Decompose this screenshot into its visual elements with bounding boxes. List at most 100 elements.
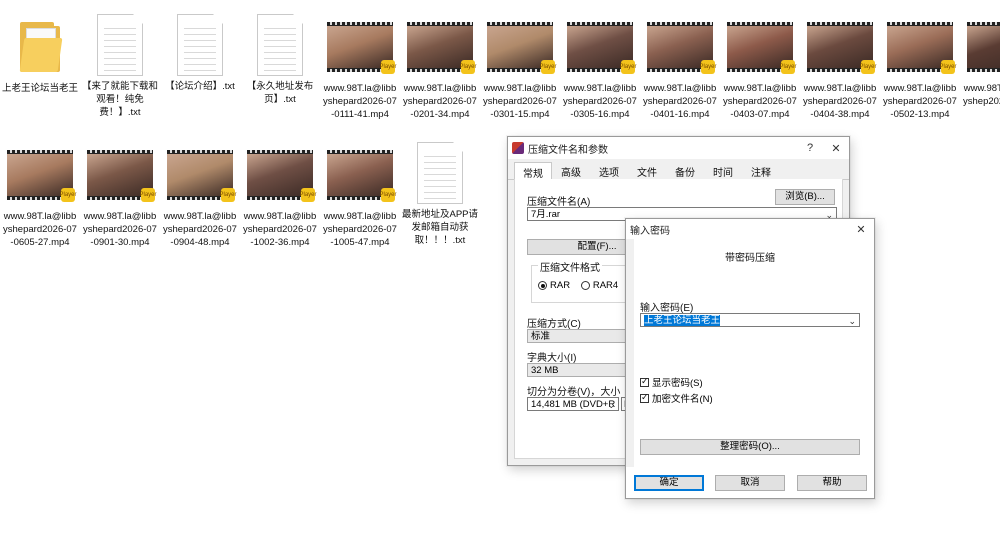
- archive-dialog-titlebar: 压缩文件名和参数 ? ✕: [508, 137, 849, 159]
- video-player-badge-icon: Player: [380, 60, 397, 74]
- file-name-label: www.98T.la@libbyshepard2026-07-0403-07.m…: [723, 83, 797, 120]
- text-file-item[interactable]: 【论坛介绍】.txt: [162, 14, 238, 93]
- video-player-badge-icon: Player: [860, 60, 877, 74]
- tab-advanced[interactable]: 高级: [552, 161, 590, 179]
- video-thumbnail-icon: Player: [402, 14, 478, 74]
- file-name-label: www.98T.la@libbyshepard2026-07-0111-41.m…: [323, 83, 397, 120]
- video-player-badge-icon: Player: [700, 60, 717, 74]
- video-file-item[interactable]: Player www.98T.la@libbyshepard2026-07-050…: [882, 14, 958, 121]
- video-file-item[interactable]: Player www.98T.la@libbyshepard2026-07-090…: [162, 142, 238, 249]
- format-rar-radio[interactable]: RAR: [538, 280, 570, 291]
- file-name-label: 【永久地址发布页】.txt: [246, 81, 314, 105]
- video-thumbnail-icon: Player: [162, 142, 238, 202]
- archive-dialog-title: 压缩文件名和参数: [528, 144, 608, 156]
- file-name-label: www.98T.la@libbyshepard2026-07-0901-30.m…: [83, 211, 157, 248]
- video-thumbnail-icon: Player: [722, 14, 798, 74]
- password-input[interactable]: 上老王论坛当老王 ⌄: [640, 313, 860, 327]
- text-file-icon: [402, 142, 478, 204]
- format-rar4-radio[interactable]: RAR4: [580, 280, 618, 291]
- archive-format-label: 压缩文件格式: [538, 259, 602, 274]
- video-player-badge-icon: Player: [60, 188, 77, 202]
- compression-method-label: 压缩方式(C): [527, 319, 581, 330]
- ok-button[interactable]: 确定: [634, 475, 704, 491]
- file-name-label: 【论坛介绍】.txt: [165, 81, 235, 92]
- video-thumbnail-icon: Player: [962, 14, 1000, 72]
- video-thumbnail-icon: Player: [242, 142, 318, 202]
- video-file-item[interactable]: Player www.98T.la@libbyshep2026-07-05: [962, 14, 1000, 108]
- video-player-badge-icon: Player: [460, 60, 477, 74]
- chevron-down-icon: ⌄: [607, 400, 615, 410]
- encrypt-file-names-checkbox[interactable]: 加密文件名(N): [640, 391, 713, 405]
- video-file-item[interactable]: Player www.98T.la@libbyshepard2026-07-040…: [642, 14, 718, 121]
- video-thumbnail-icon: Player: [642, 14, 718, 74]
- text-file-icon: [162, 14, 238, 76]
- text-file-item[interactable]: 【来了就能下载和观看！纯免费！】.txt: [82, 14, 158, 119]
- video-thumbnail-icon: Player: [322, 14, 398, 74]
- help-button[interactable]: ?: [797, 142, 823, 154]
- close-icon[interactable]: ✕: [823, 142, 849, 155]
- tab-comment[interactable]: 注释: [742, 161, 780, 179]
- archive-dialog-tabs: 常规 高级 选项 文件 备份 时间 注释: [508, 159, 849, 180]
- tab-files[interactable]: 文件: [628, 161, 666, 179]
- split-volume-size-select[interactable]: 14,481 MB (DVD+R ⌄: [527, 397, 619, 411]
- tab-options[interactable]: 选项: [590, 161, 628, 179]
- video-thumbnail-icon: Player: [562, 14, 638, 74]
- video-file-item[interactable]: Player www.98T.la@libbyshepard2026-07-020…: [402, 14, 478, 121]
- password-dialog-title: 输入密码: [630, 225, 670, 237]
- text-file-item[interactable]: 【永久地址发布页】.txt: [242, 14, 318, 106]
- browse-button[interactable]: 浏览(B)...: [775, 189, 835, 205]
- video-thumbnail-icon: Player: [82, 142, 158, 202]
- file-name-label: www.98T.la@libbyshepard2026-07-0201-34.m…: [403, 83, 477, 120]
- video-thumbnail-icon: Player: [882, 14, 958, 74]
- text-file-icon: [82, 14, 158, 76]
- video-file-item[interactable]: Player www.98T.la@libbyshepard2026-07-030…: [482, 14, 558, 121]
- video-player-badge-icon: Player: [780, 60, 797, 74]
- file-name-label: www.98T.la@libbyshepard2026-07-0605-27.m…: [3, 211, 77, 248]
- video-file-item[interactable]: Player www.98T.la@libbyshepard2026-07-060…: [2, 142, 78, 249]
- video-file-item[interactable]: Player www.98T.la@libbyshepard2026-07-100…: [322, 142, 398, 249]
- video-file-item[interactable]: Player www.98T.la@libbyshepard2026-07-030…: [562, 14, 638, 121]
- cancel-button[interactable]: 取消: [715, 475, 785, 491]
- winrar-app-icon: [512, 142, 524, 154]
- tab-time[interactable]: 时间: [704, 161, 742, 179]
- video-player-badge-icon: Player: [540, 60, 557, 74]
- help-button[interactable]: 帮助: [797, 475, 867, 491]
- video-player-badge-icon: Player: [380, 188, 397, 202]
- file-name-label: www.98T.la@libbyshepard2026-07-0305-16.m…: [563, 83, 637, 120]
- video-file-item[interactable]: Player www.98T.la@libbyshepard2026-07-100…: [242, 142, 318, 249]
- video-player-badge-icon: Player: [940, 60, 957, 74]
- archive-name-label: 压缩文件名(A): [527, 197, 591, 208]
- close-icon[interactable]: ✕: [848, 223, 874, 236]
- password-value: 上老王论坛当老王: [644, 315, 721, 326]
- folder-icon: [2, 14, 78, 74]
- file-name-label: 【来了就能下载和观看！纯免费！】.txt: [82, 81, 159, 118]
- dictionary-size-label: 字典大小(I): [527, 353, 577, 364]
- video-file-item[interactable]: Player www.98T.la@libbyshepard2026-07-011…: [322, 14, 398, 121]
- tab-general[interactable]: 常规: [514, 162, 552, 180]
- video-player-badge-icon: Player: [300, 188, 317, 202]
- file-name-label: www.98T.la@libbyshep2026-07-05: [963, 83, 1000, 107]
- password-dialog: 输入密码 ✕ 带密码压缩 输入密码(E) 上老王论坛当老王 ⌄ 显示密码(S) …: [625, 218, 875, 499]
- folder-item[interactable]: 上老王论坛当老王: [2, 14, 78, 95]
- show-password-checkbox[interactable]: 显示密码(S): [640, 375, 703, 389]
- dictionary-size-select[interactable]: 32 MB: [527, 363, 627, 377]
- password-dialog-heading: 带密码压缩: [725, 253, 775, 264]
- video-file-item[interactable]: Player www.98T.la@libbyshepard2026-07-090…: [82, 142, 158, 249]
- file-name-label: www.98T.la@libbyshepard2026-07-1002-36.m…: [243, 211, 317, 248]
- compression-method-select[interactable]: 标准: [527, 329, 627, 343]
- video-file-item[interactable]: Player www.98T.la@libbyshepard2026-07-040…: [802, 14, 878, 121]
- video-thumbnail-icon: Player: [322, 142, 398, 202]
- file-name-label: 最新地址及APP请发邮箱自动获取！！！.txt: [402, 209, 479, 246]
- password-dialog-titlebar: 输入密码 ✕: [626, 219, 874, 239]
- split-volume-size-value: 14,481 MB (DVD+R: [531, 399, 616, 410]
- text-file-icon: [242, 14, 318, 76]
- video-file-item[interactable]: Player www.98T.la@libbyshepard2026-07-040…: [722, 14, 798, 121]
- password-label: 输入密码(E): [640, 303, 694, 314]
- file-name-label: www.98T.la@libbyshepard2026-07-0401-16.m…: [643, 83, 717, 120]
- file-name-label: www.98T.la@libbyshepard2026-07-0904-48.m…: [163, 211, 237, 248]
- organize-passwords-button[interactable]: 整理密码(O)...: [640, 439, 860, 455]
- tab-backup[interactable]: 备份: [666, 161, 704, 179]
- text-file-item[interactable]: 最新地址及APP请发邮箱自动获取！！！.txt: [402, 142, 478, 247]
- chevron-down-icon: ⌄: [848, 316, 856, 326]
- file-name-label: www.98T.la@libbyshepard2026-07-1005-47.m…: [323, 211, 397, 248]
